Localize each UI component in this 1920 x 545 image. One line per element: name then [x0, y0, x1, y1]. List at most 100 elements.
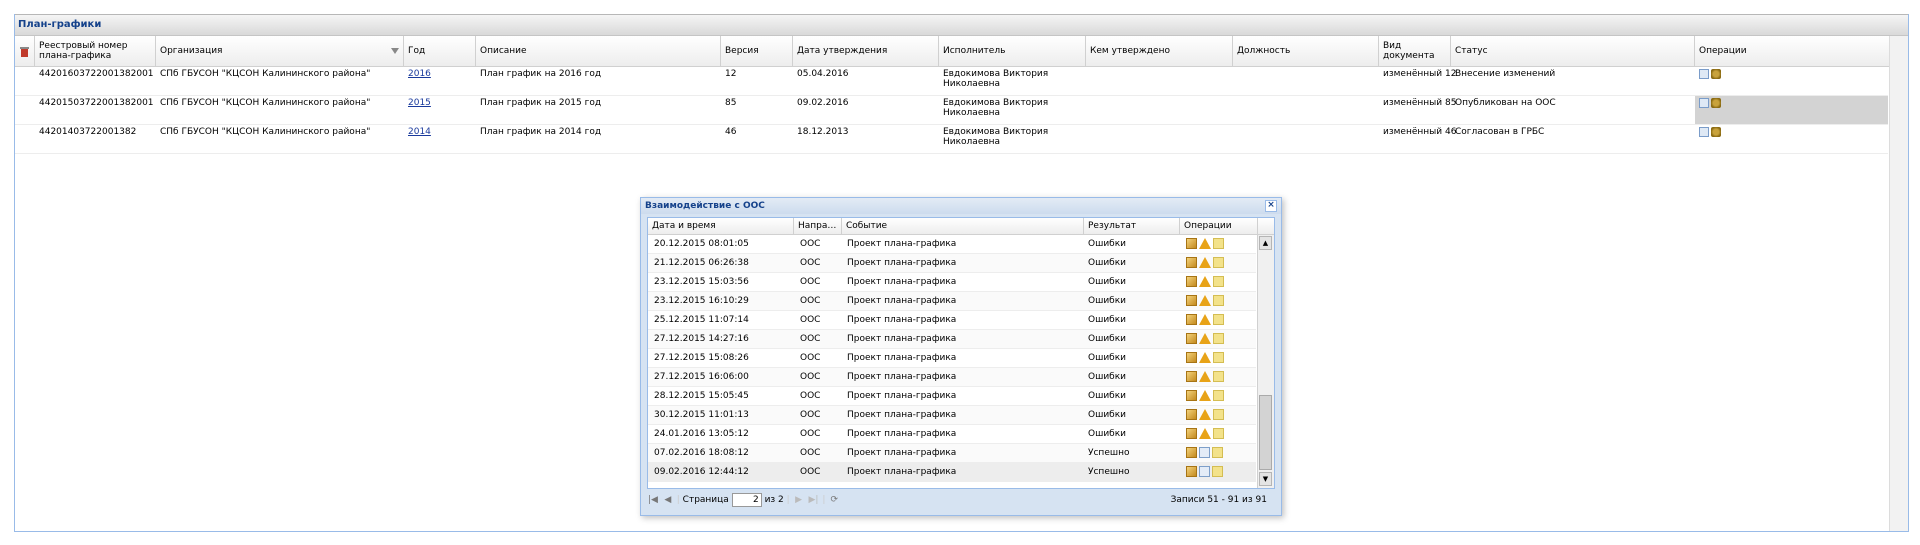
col-event[interactable]: Событие: [842, 218, 1084, 235]
warning-icon[interactable]: [1199, 428, 1211, 439]
warning-icon[interactable]: [1199, 257, 1211, 268]
warning-icon[interactable]: [1199, 409, 1211, 420]
year-link[interactable]: 2016: [408, 69, 431, 79]
col-organization[interactable]: Организация: [156, 36, 404, 66]
package-icon[interactable]: [1186, 466, 1197, 477]
col-reg-number[interactable]: Реестровый номер плана-графика: [35, 36, 156, 66]
warning-icon[interactable]: [1199, 333, 1211, 344]
package-icon[interactable]: [1186, 276, 1197, 287]
first-page-button[interactable]: |◀: [647, 490, 659, 510]
emblem-icon[interactable]: [1711, 98, 1721, 108]
emblem-icon[interactable]: [1711, 69, 1721, 79]
table-row[interactable]: 44201403722001382 СПб ГБУСОН "КЦСОН Кали…: [15, 125, 1888, 154]
scroll-up-button[interactable]: ▲: [1259, 236, 1272, 250]
list-item[interactable]: 27.12.2015 16:06:00 ООС Проект плана-графи…: [648, 368, 1256, 387]
package-icon[interactable]: [1186, 371, 1197, 382]
package-icon[interactable]: [1186, 314, 1197, 325]
success-doc-icon[interactable]: [1199, 447, 1210, 458]
list-item[interactable]: 20.12.2015 08:01:05 ООС Проект плана-графи…: [648, 235, 1256, 254]
grid-scrollbar[interactable]: [1889, 36, 1908, 531]
envelope-icon[interactable]: [1213, 314, 1224, 325]
page-number-input[interactable]: 2: [731, 492, 762, 507]
col-approval-date[interactable]: Дата утверждения: [793, 36, 939, 66]
list-item[interactable]: 23.12.2015 15:03:56 ООС Проект плана-графи…: [648, 273, 1256, 292]
prev-page-button[interactable]: ◀: [662, 490, 674, 510]
package-icon[interactable]: [1186, 352, 1197, 363]
list-item[interactable]: 27.12.2015 14:27:16 ООС Проект плана-графи…: [648, 330, 1256, 349]
package-icon[interactable]: [1186, 390, 1197, 401]
warning-icon[interactable]: [1199, 314, 1211, 325]
emblem-icon[interactable]: [1711, 127, 1721, 137]
col-operations[interactable]: Операции: [1695, 36, 1890, 66]
year-link[interactable]: 2015: [408, 98, 431, 108]
scroll-thumb[interactable]: [1259, 395, 1272, 470]
col-version[interactable]: Версия: [721, 36, 793, 66]
success-doc-icon[interactable]: [1199, 466, 1210, 477]
col-operations[interactable]: Операции: [1180, 218, 1258, 235]
envelope-icon[interactable]: [1213, 352, 1224, 363]
envelope-icon[interactable]: [1213, 238, 1224, 249]
close-icon: ×: [1267, 200, 1275, 210]
list-item[interactable]: 25.12.2015 11:07:14 ООС Проект плана-графи…: [648, 311, 1256, 330]
envelope-icon[interactable]: [1213, 333, 1224, 344]
package-icon[interactable]: [1186, 447, 1197, 458]
envelope-icon[interactable]: [1213, 257, 1224, 268]
envelope-icon[interactable]: [1213, 428, 1224, 439]
list-item[interactable]: 30.12.2015 11:01:13 ООС Проект плана-графи…: [648, 406, 1256, 425]
dialog-scrollbar[interactable]: ▲ ▼: [1257, 235, 1274, 488]
col-year[interactable]: Год: [404, 36, 476, 66]
package-icon[interactable]: [1186, 295, 1197, 306]
list-item[interactable]: 28.12.2015 15:05:45 ООС Проект плана-графи…: [648, 387, 1256, 406]
col-doc-type[interactable]: Вид документа: [1379, 36, 1451, 66]
col-description[interactable]: Описание: [476, 36, 721, 66]
envelope-icon[interactable]: [1213, 276, 1224, 287]
warning-icon[interactable]: [1199, 295, 1211, 306]
document-icon[interactable]: [1699, 127, 1709, 137]
list-item[interactable]: 07.02.2016 18:08:12 ООС Проект плана-графи…: [648, 444, 1256, 463]
col-approved-by[interactable]: Кем утверждено: [1086, 36, 1233, 66]
envelope-icon[interactable]: [1213, 390, 1224, 401]
cell-direction: ООС: [800, 448, 821, 458]
warning-icon[interactable]: [1199, 390, 1211, 401]
col-executor[interactable]: Исполнитель: [939, 36, 1086, 66]
list-item[interactable]: 21.12.2015 06:26:38 ООС Проект плана-графи…: [648, 254, 1256, 273]
warning-icon[interactable]: [1199, 276, 1211, 287]
scroll-down-button[interactable]: ▼: [1259, 472, 1272, 486]
envelope-icon[interactable]: [1213, 409, 1224, 420]
col-direction[interactable]: Напра…: [794, 218, 842, 235]
package-icon[interactable]: [1186, 257, 1197, 268]
package-icon[interactable]: [1186, 238, 1197, 249]
col-position[interactable]: Должность: [1233, 36, 1379, 66]
document-icon[interactable]: [1699, 69, 1709, 79]
warning-icon[interactable]: [1199, 238, 1211, 249]
document-icon[interactable]: [1699, 98, 1709, 108]
col-datetime[interactable]: Дата и время: [648, 218, 794, 235]
filter-clear-button[interactable]: [15, 36, 35, 66]
warning-icon[interactable]: [1199, 352, 1211, 363]
list-item[interactable]: 23.12.2015 16:10:29 ООС Проект плана-графи…: [648, 292, 1256, 311]
warning-icon[interactable]: [1199, 371, 1211, 382]
row-operations: [1699, 127, 1723, 138]
table-row[interactable]: 44201603722001382001 СПб ГБУСОН "КЦСОН К…: [15, 67, 1888, 96]
table-row[interactable]: 44201503722001382001 СПб ГБУСОН "КЦСОН К…: [15, 96, 1888, 125]
close-button[interactable]: ×: [1265, 200, 1277, 212]
col-status[interactable]: Статус: [1451, 36, 1695, 66]
cell-direction: ООС: [800, 296, 821, 306]
envelope-icon[interactable]: [1212, 466, 1223, 477]
refresh-button[interactable]: ⟳: [828, 490, 840, 510]
next-page-button[interactable]: ▶: [793, 490, 805, 510]
envelope-icon[interactable]: [1213, 295, 1224, 306]
envelope-icon[interactable]: [1212, 447, 1223, 458]
cell-description: План график на 2016 год: [480, 69, 602, 79]
list-item[interactable]: 27.12.2015 15:08:26 ООС Проект плана-графи…: [648, 349, 1256, 368]
package-icon[interactable]: [1186, 333, 1197, 344]
list-item[interactable]: 24.01.2016 13:05:12 ООС Проект плана-графи…: [648, 425, 1256, 444]
cell-datetime: 25.12.2015 11:07:14: [654, 315, 749, 325]
package-icon[interactable]: [1186, 428, 1197, 439]
list-item[interactable]: 09.02.2016 12:44:12 ООС Проект плана-графи…: [648, 463, 1256, 482]
envelope-icon[interactable]: [1213, 371, 1224, 382]
col-result[interactable]: Результат: [1084, 218, 1180, 235]
package-icon[interactable]: [1186, 409, 1197, 420]
last-page-button[interactable]: ▶|: [807, 490, 819, 510]
year-link[interactable]: 2014: [408, 127, 431, 137]
